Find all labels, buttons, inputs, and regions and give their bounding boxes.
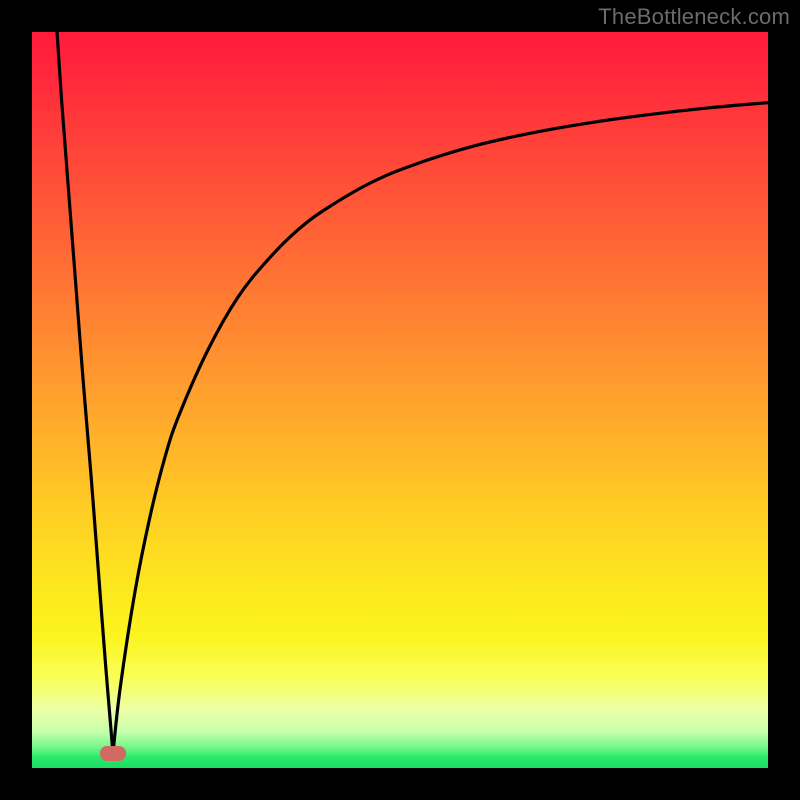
- curve-right-branch: [113, 103, 768, 754]
- optimum-marker: [100, 746, 126, 761]
- watermark-text: TheBottleneck.com: [598, 4, 790, 30]
- curve-layer: [32, 32, 768, 768]
- plot-area: [32, 32, 768, 768]
- chart-frame: TheBottleneck.com: [0, 0, 800, 800]
- curve-left-branch: [57, 32, 113, 753]
